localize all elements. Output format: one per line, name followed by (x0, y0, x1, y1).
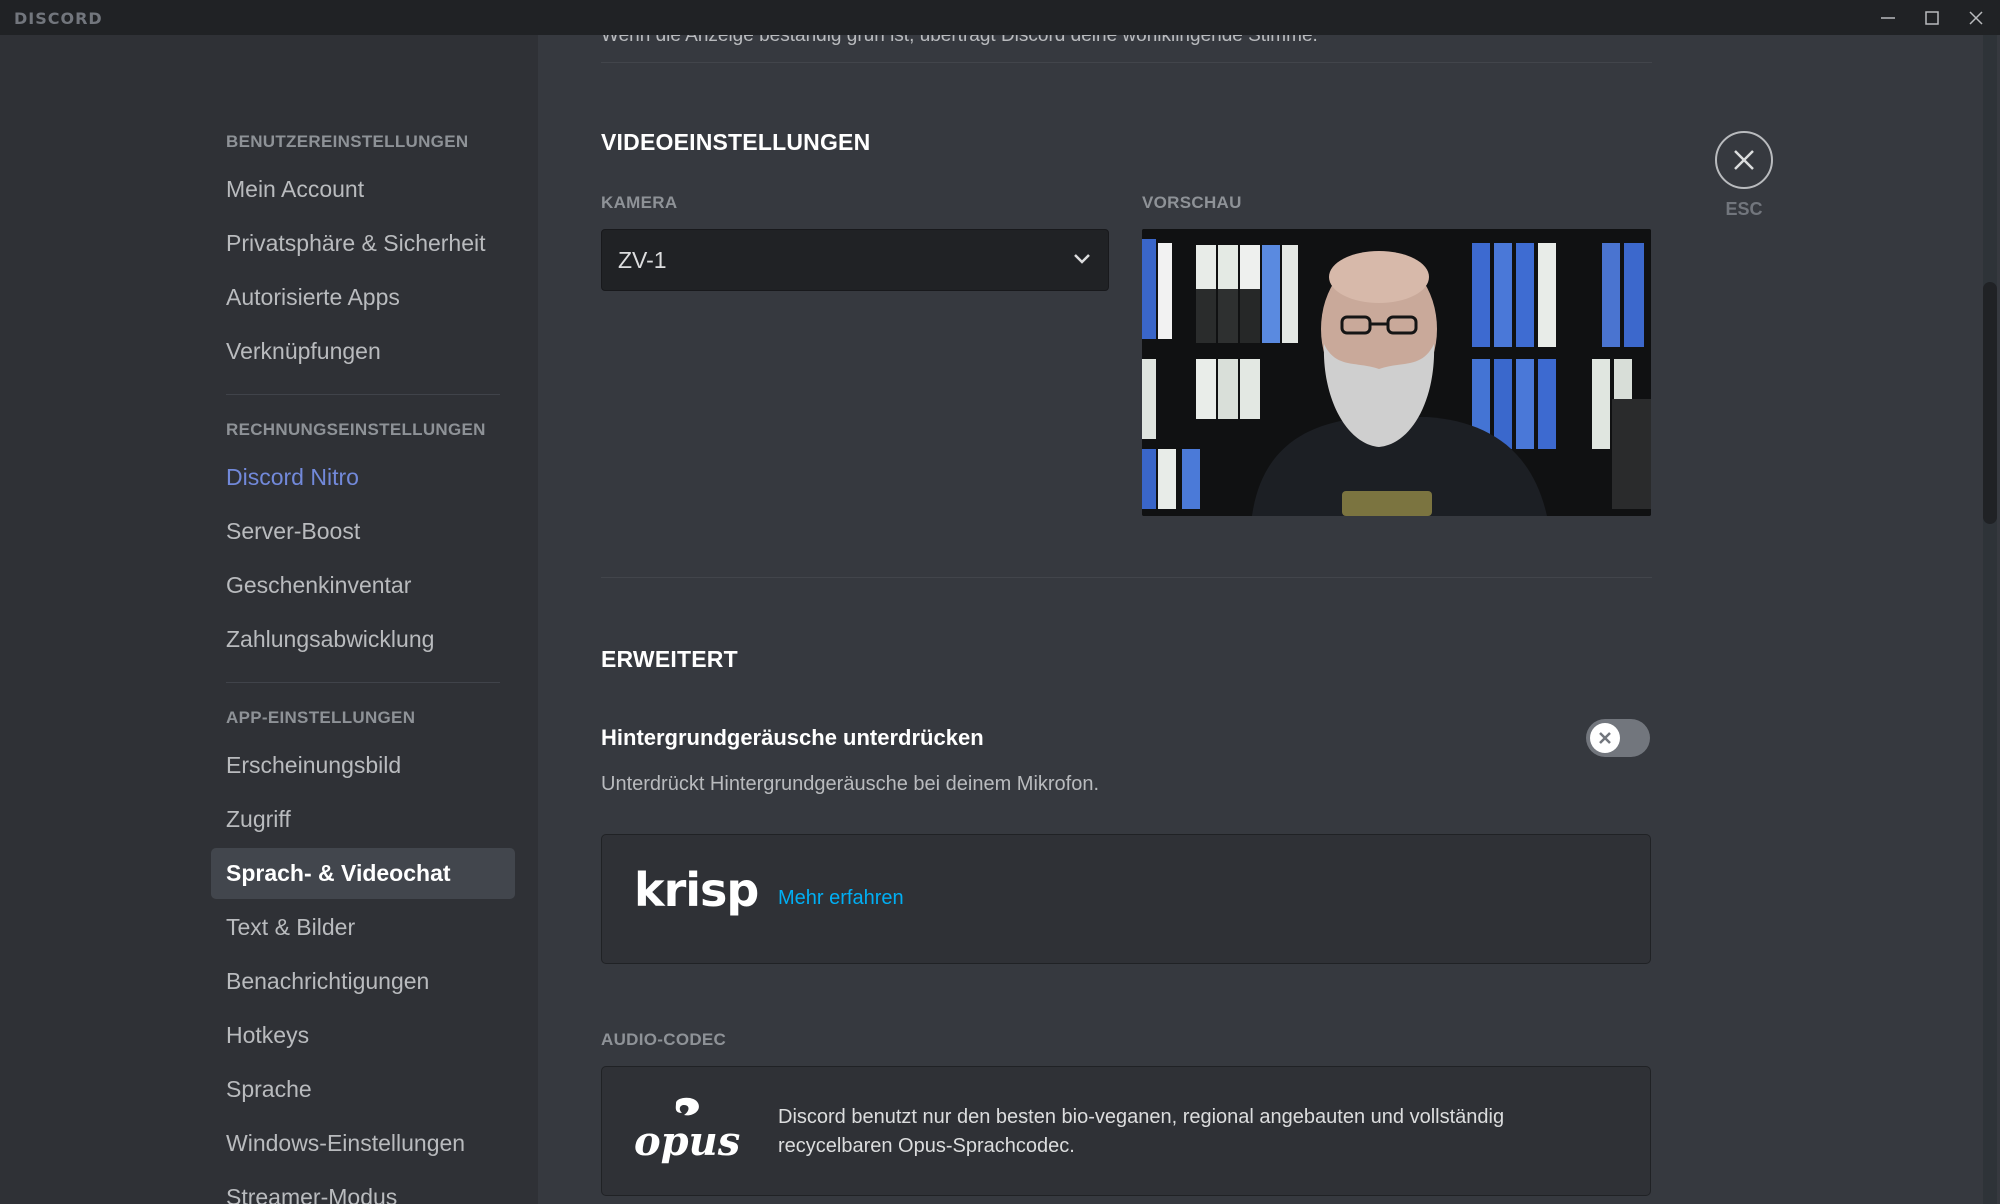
settings-sidebar: BENUTZEREINSTELLUNGEN Mein Account Priva… (0, 35, 538, 1204)
camera-preview-image (1142, 229, 1651, 516)
app-settings-header: APP-EINSTELLUNGEN (226, 708, 416, 727)
sidebar-item-language[interactable]: Sprache (211, 1064, 515, 1115)
sidebar-item-discord-nitro[interactable]: Discord Nitro (211, 452, 515, 503)
camera-select[interactable]: ZV-1 (601, 229, 1109, 291)
camera-select-value: ZV-1 (618, 246, 667, 273)
section-divider (601, 577, 1652, 578)
sidebar-item-connections[interactable]: Verknüpfungen (211, 326, 515, 377)
user-settings-header: BENUTZEREINSTELLUNGEN (226, 132, 469, 151)
billing-settings-header: RECHNUNGSEINSTELLUNGEN (226, 420, 486, 439)
preview-label: VORSCHAU (1142, 193, 1242, 212)
sidebar-item-accessibility[interactable]: Zugriff (211, 794, 515, 845)
sidebar-item-appearance[interactable]: Erscheinungsbild (211, 740, 515, 791)
sidebar-divider (226, 394, 500, 395)
minimize-button[interactable] (1866, 0, 1910, 35)
advanced-title: ERWEITERT (601, 646, 738, 672)
minimize-icon (1881, 16, 1895, 19)
sidebar-item-streamer-mode[interactable]: Streamer-Modus (211, 1172, 515, 1204)
sidebar-item-authorized-apps[interactable]: Autorisierte Apps (211, 272, 515, 323)
close-icon (1969, 10, 1983, 25)
sidebar-divider (226, 682, 500, 683)
sidebar-item-voice-video[interactable]: Sprach- & Videochat (211, 848, 515, 899)
settings-content: Wenn die Anzeige beständig grün ist, übe… (538, 35, 2000, 1204)
toggle-knob (1590, 723, 1620, 753)
sidebar-item-gift-inventory[interactable]: Geschenkinventar (211, 560, 515, 611)
scrollbar-thumb[interactable] (1983, 282, 1997, 524)
opus-logo: opus (634, 1097, 740, 1165)
svg-text:opus: opus (634, 1118, 740, 1165)
sidebar-item-my-account[interactable]: Mein Account (211, 164, 515, 215)
opus-description: Discord benutzt nur den besten bio-vegan… (778, 1106, 1505, 1157)
sidebar-item-windows-settings[interactable]: Windows-Einstellungen (211, 1118, 515, 1169)
esc-label: ESC (1725, 199, 1763, 219)
video-settings-title: VIDEOEINSTELLUNGEN (601, 129, 871, 155)
sidebar-item-server-boost[interactable]: Server-Boost (211, 506, 515, 557)
audio-codec-label: AUDIO-CODEC (601, 1030, 727, 1049)
sidebar-item-text-images[interactable]: Text & Bilder (211, 902, 515, 953)
close-settings-button[interactable] (1715, 131, 1773, 189)
krisp-card: krisp Mehr erfahren (601, 834, 1651, 964)
voice-indicator-hint: Wenn die Anzeige beständig grün ist, übe… (601, 35, 1318, 46)
camera-preview (1142, 229, 1651, 516)
x-icon (1599, 732, 1611, 744)
close-icon (1734, 150, 1754, 170)
krisp-logo: krisp (634, 863, 759, 917)
window-close-button[interactable] (1954, 0, 1998, 35)
learn-more-link[interactable]: Mehr erfahren (778, 887, 904, 910)
noise-suppression-title: Hintergrundgeräusche unterdrücken (601, 725, 984, 750)
section-divider (601, 62, 1652, 63)
title-bar: DISCORD (0, 0, 2000, 35)
maximize-button[interactable] (1910, 0, 1954, 35)
sidebar-item-hotkeys[interactable]: Hotkeys (211, 1010, 515, 1061)
maximize-icon (1925, 10, 1939, 25)
chevron-down-icon (1074, 254, 1090, 264)
discord-logo: DISCORD (14, 9, 103, 28)
camera-label: KAMERA (601, 193, 678, 212)
scrollbar-track[interactable] (1983, 35, 1997, 1204)
noise-suppression-description: Unterdrückt Hintergrundgeräusche bei dei… (601, 773, 1100, 795)
sidebar-item-notifications[interactable]: Benachrichtigungen (211, 956, 515, 1007)
noise-suppression-toggle[interactable] (1586, 719, 1650, 757)
sidebar-item-billing[interactable]: Zahlungsabwicklung (211, 614, 515, 665)
opus-card: opus Discord benutzt nur den besten bio-… (601, 1066, 1651, 1196)
sidebar-item-privacy-safety[interactable]: Privatsphäre & Sicherheit (211, 218, 515, 269)
